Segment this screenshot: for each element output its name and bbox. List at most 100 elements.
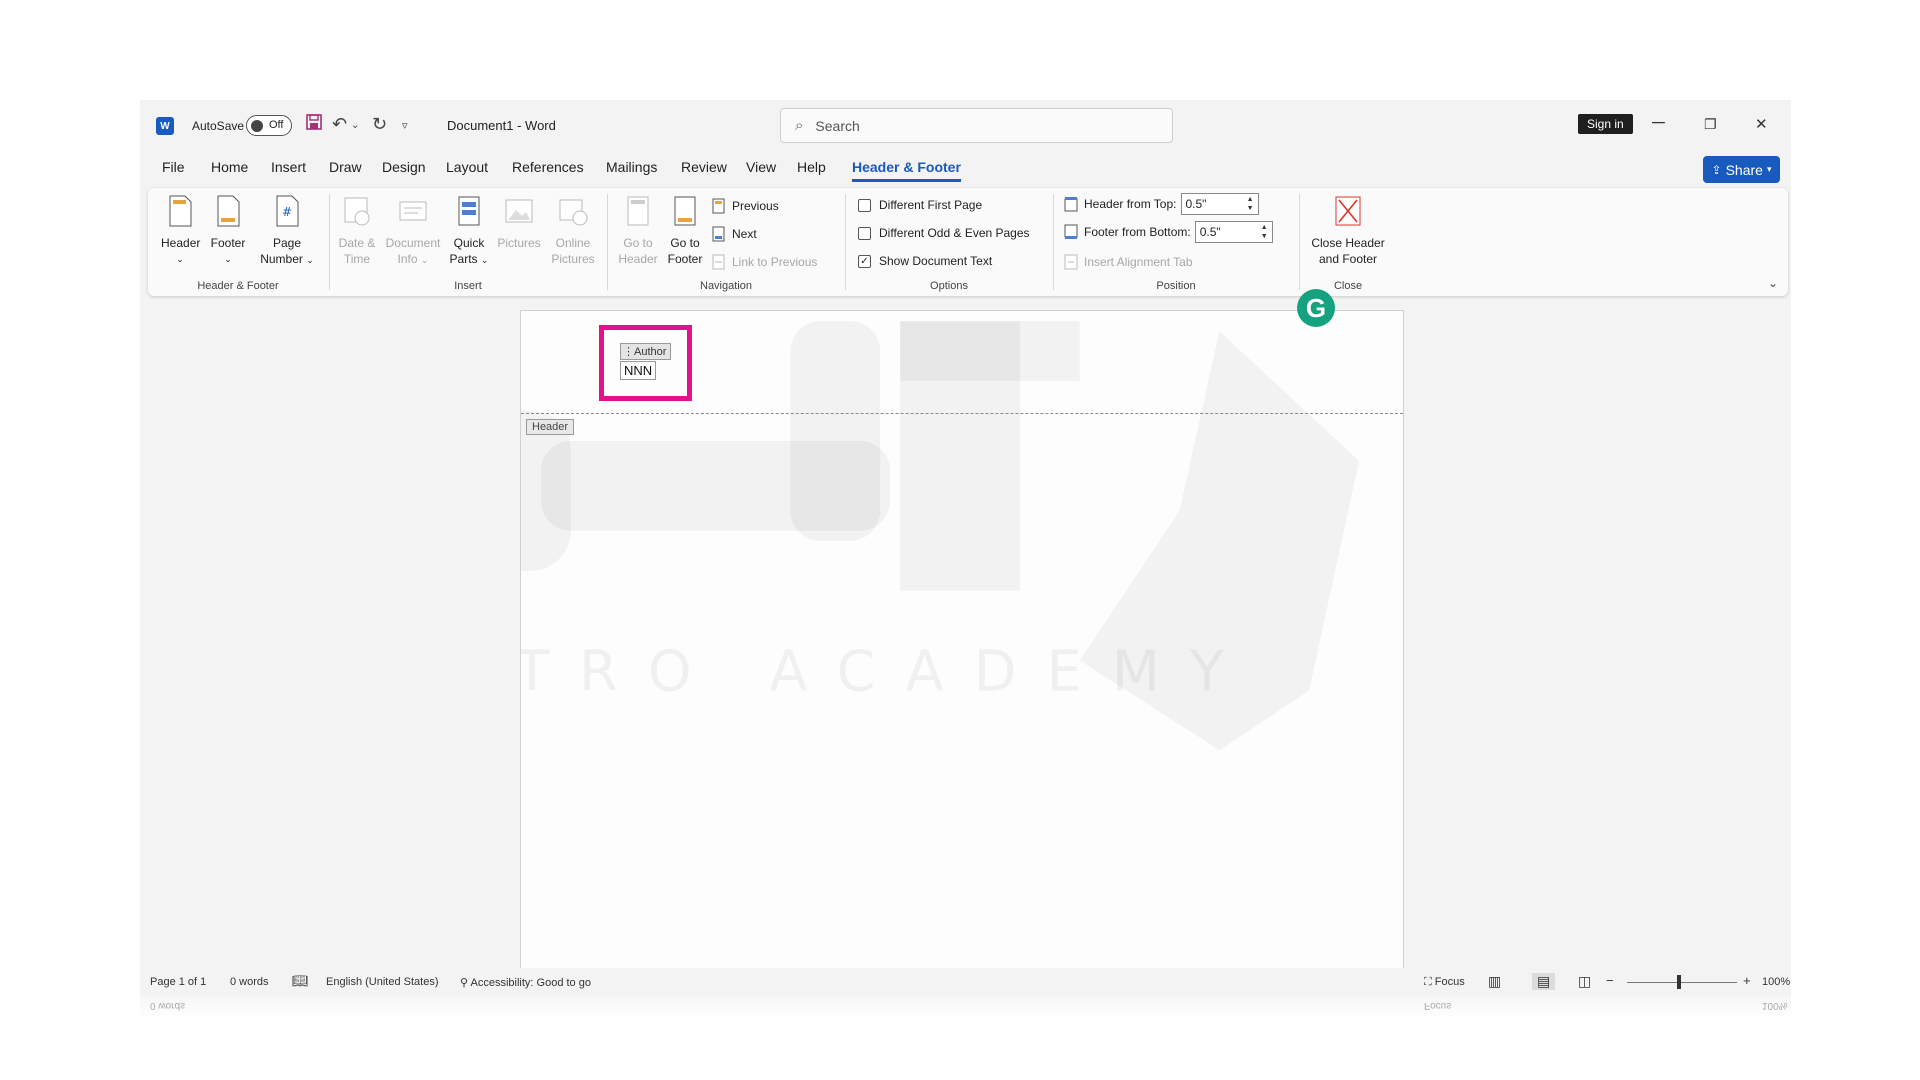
title-bar: W AutoSave Off ↶ ⌄ ↻ ▿ Document1 - Word … [140,100,1791,152]
author-content-control-value[interactable]: NNN [620,361,657,380]
author-content-control-title[interactable]: ⋮Author [620,343,672,360]
focus-button[interactable]: ⛶ Focus [1424,976,1465,989]
date-time-icon [344,197,370,226]
ribbon: Header ⌄ Footer ⌄ # Page Number ⌄ Header… [148,188,1788,296]
link-icon [712,254,725,270]
chevron-down-icon: ⌄ [420,255,429,265]
close-icon[interactable]: ✕ [1755,115,1768,133]
tab-draw[interactable]: Draw [329,159,362,175]
go-to-footer-label-1: Go to [670,236,700,250]
close-header-label-1: Close Header [1311,236,1385,250]
page-number-icon: # [276,195,299,227]
tab-file[interactable]: File [162,159,185,175]
header-button[interactable]: Header ⌄ [161,194,201,267]
previous-button[interactable]: Previous [712,198,779,214]
save-icon[interactable] [306,114,322,135]
header-icon [169,195,192,227]
minimize-icon[interactable]: ─ [1652,112,1665,133]
header-label: Header [161,236,201,250]
go-to-footer-button[interactable]: Go to Footer [664,194,706,267]
online-pictures-button[interactable]: Online Pictures [546,194,600,267]
tab-references[interactable]: References [512,159,584,175]
tab-review[interactable]: Review [681,159,727,175]
spinner-arrows-icon[interactable]: ▲ ▼ [1261,223,1268,241]
web-layout-icon[interactable]: ◫ [1578,973,1591,990]
accessibility-label: Accessibility: Good to go [470,977,591,989]
collapse-ribbon-icon[interactable]: ⌄ [1768,276,1778,290]
header-from-top-input[interactable]: 0.5" ▲ ▼ [1180,193,1259,215]
show-document-text-option[interactable]: ✓ Show Document Text [858,254,992,268]
group-insert: Date & Time Document Info ⌄ Quick Parts … [330,188,606,296]
close-header-label-2: and Footer [1318,252,1378,266]
group-label-insert: Insert [454,280,482,292]
footer-icon [217,195,240,227]
customize-qat-icon[interactable]: ▿ [402,119,408,132]
footer-button[interactable]: Footer ⌄ [208,194,248,267]
tab-design[interactable]: Design [382,159,426,175]
undo-dropdown-icon[interactable]: ⌄ [351,120,359,131]
zoom-slider-thumb[interactable] [1677,975,1681,989]
next-button[interactable]: Next [712,226,757,242]
link-to-previous-button[interactable]: Link to Previous [712,254,817,270]
print-layout-icon[interactable]: ▤ [1532,973,1556,990]
accessibility-status[interactable]: ⚲ Accessibility: Good to go [460,976,591,989]
grammarly-icon[interactable]: G [1297,289,1335,327]
zoom-in-icon[interactable]: + [1743,973,1751,988]
pictures-button[interactable]: Pictures [494,194,544,251]
restore-icon[interactable]: ❐ [1704,116,1717,133]
tab-home[interactable]: Home [211,159,248,175]
sign-in-button[interactable]: Sign in [1578,114,1633,134]
header-boundary-line [521,413,1403,414]
group-label-header-footer: Header & Footer [197,280,279,292]
word-count[interactable]: 0 words [230,976,269,988]
read-mode-icon[interactable]: ▥ [1488,973,1501,990]
date-time-button[interactable]: Date & Time [336,194,378,267]
show-document-text-checkbox[interactable]: ✓ [858,254,871,268]
header-tag: Header [526,419,575,435]
chevron-down-icon: ▾ [1766,164,1772,174]
tab-insert[interactable]: Insert [271,159,306,175]
footer-from-bottom-input[interactable]: 0.5" ▲ ▼ [1194,221,1273,243]
tab-header-footer[interactable]: Header & Footer [852,159,961,182]
next-label: Next [732,227,757,241]
tab-help[interactable]: Help [797,159,826,175]
undo-icon[interactable]: ↶ [332,114,347,135]
document-info-button[interactable]: Document Info ⌄ [382,194,444,268]
go-to-header-button[interactable]: Go to Header [616,194,660,267]
share-label: Share [1725,161,1763,178]
different-odd-even-label: Different Odd & Even Pages [879,226,1030,240]
header-from-top-control: Header from Top: 0.5" ▲ ▼ [1064,193,1259,215]
zoom-out-icon[interactable]: − [1606,973,1614,988]
share-button[interactable]: ⇪ Share ▾ [1703,156,1780,183]
search-box[interactable]: ⌕ Search [780,108,1173,143]
close-header-footer-button[interactable]: Close Header and Footer [1306,194,1390,267]
reflect-zoom: 100% [1762,1000,1788,1011]
online-pictures-icon [559,199,588,226]
tab-mailings[interactable]: Mailings [606,159,657,175]
tab-view[interactable]: View [746,159,776,175]
different-first-page-checkbox[interactable] [858,198,871,212]
header-from-top-label: Header from Top: [1084,197,1177,211]
tab-layout[interactable]: Layout [446,159,488,175]
date-time-label-1: Date & [338,236,376,250]
document-page[interactable]: ATRO ACADEMY ⋮Author NNN Header [520,310,1404,968]
language-status[interactable]: English (United States) [326,976,439,988]
quick-parts-button[interactable]: Quick Parts ⌄ [448,194,490,268]
autosave-toggle[interactable]: Off [246,115,292,136]
watermark-text: ATRO ACADEMY [521,639,1254,704]
different-odd-even-option[interactable]: Different Odd & Even Pages [858,226,1030,240]
chevron-down-icon: ⌄ [306,255,314,265]
page-number-button[interactable]: # Page Number ⌄ [256,194,318,268]
pictures-label: Pictures [497,236,541,250]
spinner-arrows-icon[interactable]: ▲ ▼ [1247,195,1254,213]
zoom-slider-track[interactable] [1627,982,1737,983]
redo-icon[interactable]: ↻ [372,114,387,135]
insert-alignment-tab-button[interactable]: Insert Alignment Tab [1064,254,1193,270]
page-count[interactable]: Page 1 of 1 [150,976,206,988]
header-from-top-value: 0.5" [1185,197,1207,211]
different-odd-even-checkbox[interactable] [858,226,871,240]
different-first-page-option[interactable]: Different First Page [858,198,982,212]
quick-parts-label-1: Quick [453,236,485,250]
zoom-level[interactable]: 100% [1762,976,1790,988]
proofing-book-icon[interactable]: 📖︎ [292,973,309,989]
